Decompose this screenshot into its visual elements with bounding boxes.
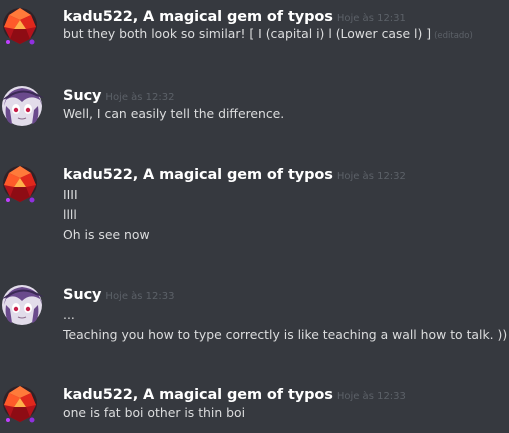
message-text: Well, I can easily tell the difference. [63,106,285,121]
message-line: but they both look so similar! [ I (capi… [63,24,473,46]
message-timestamp: Hoje às 12:32 [105,92,175,103]
message-text: ... [63,307,75,322]
message-text: Teaching you how to type correctly is li… [63,327,508,342]
message-content: IIII llll Oh is see now [63,185,150,245]
author-name[interactable]: kadu522, A magical gem of typos [63,9,333,25]
message-text: but they both look so similar! [ I (capi… [63,26,432,41]
message-content: ... Teaching you how to type correctly i… [63,305,507,345]
red-gem-avatar[interactable] [0,5,50,55]
sucy-avatar[interactable] [0,283,50,333]
message-content: one is fat boi other is thin boi [63,403,245,423]
red-gem-avatar[interactable] [0,383,50,433]
message-text: one is fat boi other is thin boi [63,405,246,420]
author-name[interactable]: kadu522, A magical gem of typos [63,387,333,403]
message-timestamp: Hoje às 12:33 [336,391,406,402]
message-content: but they both look so similar! [ I (capi… [63,24,473,46]
red-gem-avatar[interactable] [0,163,50,213]
edited-label: (editado) [434,31,473,41]
author-name[interactable]: Sucy [63,287,102,303]
message-content: Well, I can easily tell the difference. [63,104,284,124]
message-text: Oh is see now [63,227,150,242]
message-timestamp: Hoje às 12:32 [336,171,406,182]
message-text: IIII [63,187,78,202]
message-text: llll [63,207,77,222]
message-timestamp: Hoje às 12:33 [105,291,175,302]
sucy-avatar[interactable] [0,84,50,134]
author-name[interactable]: Sucy [63,88,102,104]
message-timestamp: Hoje às 12:31 [336,13,406,24]
author-name[interactable]: kadu522, A magical gem of typos [63,167,333,183]
